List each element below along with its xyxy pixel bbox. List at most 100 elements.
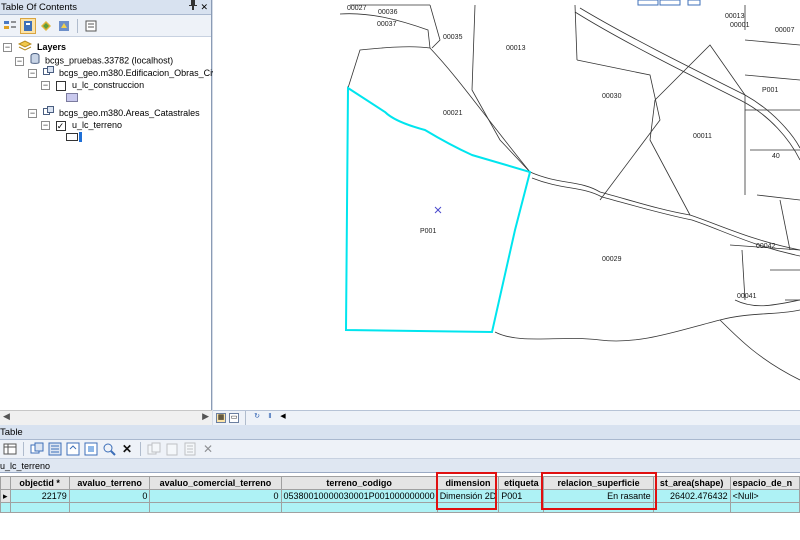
options-icon[interactable]: [83, 18, 99, 34]
cell-objectid[interactable]: 22179: [9, 489, 70, 503]
polygon-symbol-icon: [66, 93, 78, 106]
layer1-symbol[interactable]: [66, 93, 81, 106]
scroll-left-icon[interactable]: ◀: [278, 413, 288, 423]
empty-cell[interactable]: [729, 502, 800, 513]
toc-horizontal-scrollbar[interactable]: ◀ ▶: [0, 410, 212, 425]
cell-etiqueta[interactable]: P001: [498, 489, 545, 503]
group1-label: bcgs_geo.m380.Edificacion_Obras_Civil: [59, 67, 221, 78]
related-tables-icon[interactable]: [29, 441, 45, 457]
cell-terreno-codigo[interactable]: 05380010000030001P001000000000: [280, 489, 438, 503]
list-by-drawing-order-icon[interactable]: [2, 18, 18, 34]
toc-title: Table Of Contents: [1, 2, 78, 13]
tree-group-areas[interactable]: − bcgs_geo.m380.Areas_Catastrales: [28, 106, 200, 119]
layer1-label: u_lc_construccion: [72, 80, 145, 90]
collapse-icon[interactable]: −: [28, 69, 37, 78]
attribute-table-panel: Table ✕ ✕ u_lc_terreno objectid * avaluo…: [0, 425, 800, 540]
empty-cell[interactable]: [9, 502, 70, 513]
column-header[interactable]: etiqueta: [498, 476, 545, 490]
table-empty-row[interactable]: [0, 502, 800, 513]
toolbar-separator: [140, 442, 141, 456]
empty-cell[interactable]: [68, 502, 151, 513]
cell-espacio[interactable]: <Null>: [729, 489, 800, 503]
collapse-icon[interactable]: −: [41, 121, 50, 131]
copy-icon[interactable]: [146, 441, 162, 457]
empty-cell[interactable]: [280, 502, 438, 513]
data-view-icon[interactable]: ▦: [216, 413, 226, 423]
attribute-table: objectid * avaluo_terreno avaluo_comerci…: [0, 476, 800, 513]
empty-cell[interactable]: [498, 502, 545, 513]
table-toolbar: ✕ ✕: [0, 440, 800, 459]
layer2-symbol[interactable]: [66, 132, 85, 145]
collapse-icon[interactable]: −: [15, 56, 24, 66]
group2-label: bcgs_geo.m380.Areas_Catastrales: [59, 107, 200, 118]
tree-layer-construccion[interactable]: − u_lc_construccion: [41, 79, 144, 92]
collapse-icon[interactable]: −: [3, 43, 12, 52]
row-selector-header[interactable]: [0, 476, 11, 490]
table-options-icon[interactable]: [2, 441, 18, 457]
tree-root-layers[interactable]: − Layers: [3, 40, 66, 53]
column-header[interactable]: terreno_codigo: [280, 476, 438, 490]
list-by-visibility-icon[interactable]: [38, 18, 54, 34]
connection-label: bcgs_pruebas.33782 (localhost): [45, 55, 174, 66]
parcel-label: 00013: [506, 45, 526, 52]
empty-cell[interactable]: [149, 502, 282, 513]
pause-drawing-icon[interactable]: Ⅱ: [265, 413, 275, 423]
paste-icon[interactable]: [164, 441, 180, 457]
parcel-label: 00007: [775, 27, 795, 34]
list-by-source-icon[interactable]: [20, 17, 36, 34]
table-row[interactable]: ▸ 22179 0 0 05380010000030001P0010000000…: [0, 489, 800, 503]
toolbar-separator: [23, 442, 24, 456]
refresh-icon[interactable]: ↻: [252, 413, 262, 423]
cell-avaluo-comercial[interactable]: 0: [149, 489, 282, 503]
list-by-selection-icon[interactable]: [56, 18, 72, 34]
layer-tab-label: u_lc_terreno: [0, 461, 51, 471]
tree-layer-terreno[interactable]: − ✓ u_lc_terreno: [41, 119, 122, 132]
scroll-left-icon[interactable]: ◀: [3, 411, 10, 422]
toolbar-separator: [245, 411, 246, 425]
switch-selection-icon[interactable]: [65, 441, 81, 457]
close-icon[interactable]: ✕: [200, 0, 208, 15]
table-header-row: objectid * avaluo_terreno avaluo_comerci…: [0, 476, 800, 490]
layout-view-icon[interactable]: ▭: [229, 413, 239, 423]
collapse-icon[interactable]: −: [41, 81, 50, 91]
parcel-label: P001: [420, 228, 436, 235]
parcel-label: 00037: [377, 21, 397, 28]
pin-icon[interactable]: [189, 0, 197, 15]
map-view[interactable]: 00027 00036 00037 00035 00013 00013 0000…: [213, 0, 800, 410]
parcel-label: 00027: [347, 5, 367, 12]
column-header[interactable]: avaluo_terreno: [68, 476, 151, 490]
empty-cell[interactable]: [652, 502, 731, 513]
parcel-label: P001: [762, 87, 778, 94]
cell-avaluo-terreno[interactable]: 0: [68, 489, 151, 503]
map-status-toolbar: ▦ ▭ ↻ Ⅱ ◀: [213, 410, 800, 425]
polygon-outline-symbol-icon: [66, 132, 82, 146]
row-selector: [0, 502, 11, 513]
layer-visibility-checkbox[interactable]: ✓: [55, 120, 66, 131]
scroll-right-icon[interactable]: ▶: [202, 411, 209, 422]
parcel-label: 00001: [730, 22, 750, 29]
cell-st-area[interactable]: 26402.476432: [652, 489, 731, 503]
collapse-icon[interactable]: −: [28, 109, 37, 118]
delete-selected-icon[interactable]: ✕: [119, 441, 135, 457]
toc-toolbar: [0, 15, 211, 37]
zoom-to-selected-icon[interactable]: [101, 441, 117, 457]
highlight-box-dimension: [436, 472, 497, 510]
clear-selection-icon[interactable]: [83, 441, 99, 457]
column-header[interactable]: espacio_de_n: [729, 476, 800, 490]
parcel-label: 00036: [378, 9, 398, 16]
tree-group-edificacion[interactable]: − bcgs_geo.m380.Edificacion_Obras_Civil: [28, 66, 221, 79]
column-header[interactable]: avaluo_comercial_terreno: [149, 476, 282, 490]
column-header[interactable]: st_area(shape): [652, 476, 731, 490]
layer-visibility-checkbox[interactable]: [55, 80, 66, 91]
delete-icon[interactable]: ✕: [200, 441, 216, 457]
column-header[interactable]: objectid *: [9, 476, 70, 490]
calculate-icon[interactable]: [182, 441, 198, 457]
layer-tab[interactable]: u_lc_terreno: [0, 459, 800, 473]
row-selector[interactable]: ▸: [0, 489, 11, 503]
tree-connection[interactable]: − bcgs_pruebas.33782 (localhost): [15, 53, 173, 66]
parcel-label: 00030: [602, 93, 622, 100]
parcel-label: 40: [772, 153, 780, 160]
parcel-label: 00011: [693, 133, 712, 140]
map-canvas[interactable]: 00027 00036 00037 00035 00013 00013 0000…: [213, 0, 800, 410]
select-by-attributes-icon[interactable]: [47, 441, 63, 457]
